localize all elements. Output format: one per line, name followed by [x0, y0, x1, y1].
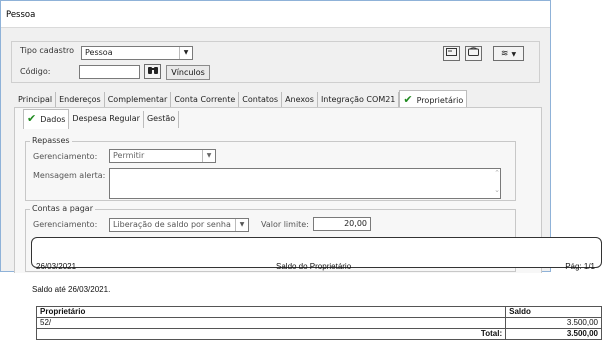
total-value: 3.500,00 — [505, 328, 602, 340]
cell-proprietario: 52/ — [35, 317, 507, 329]
repasses-gerenciamento-select[interactable]: Permitir ▼ — [109, 149, 216, 163]
subtab-despesa-regular[interactable]: Despesa Regular — [69, 111, 144, 128]
subtab-dados[interactable]: ✔ Dados — [23, 109, 70, 129]
tipo-cadastro-select[interactable]: Pessoa ▼ — [81, 46, 193, 60]
contas-gerenciamento-select[interactable]: Liberação de saldo por senha ▼ — [109, 218, 249, 232]
scroll-down-icon[interactable]: ⌄ — [491, 186, 503, 194]
column-proprietario: Proprietário — [35, 306, 507, 318]
table-row: 52/ 3.500,00 — [35, 317, 602, 329]
repasses-gerenciamento-label: Gerenciamento: — [33, 152, 98, 161]
scroll-up-icon[interactable]: ⌃ — [491, 169, 503, 177]
codigo-input[interactable] — [79, 65, 140, 79]
total-label: Total: — [35, 328, 507, 340]
contas-pagar-title: Contas a pagar — [30, 204, 95, 213]
report-table: Proprietário Saldo 52/ 3.500,00 Total: 3… — [35, 306, 602, 340]
vinculos-button[interactable]: Vínculos — [166, 65, 210, 80]
window-title: Pessoa — [6, 10, 36, 20]
tipo-cadastro-label: Tipo cadastro — [20, 46, 74, 55]
cell-saldo: 3.500,00 — [505, 317, 602, 329]
repasses-gerenciamento-value: Permitir — [113, 151, 145, 160]
report-header-row: 26/03/2021 Saldo do Proprietário Pág: 1/… — [31, 262, 602, 273]
codigo-label: Código: — [20, 67, 51, 76]
contas-gerenciamento-label: Gerenciamento: — [33, 220, 98, 229]
contas-gerenciamento-value: Liberação de saldo por senha — [113, 220, 231, 229]
binoculars-search-icon[interactable] — [144, 64, 161, 79]
subtab-dados-label: Dados — [40, 115, 66, 124]
mensagem-alerta-textarea[interactable] — [109, 168, 501, 199]
pessoa-window: Pessoa Tipo cadastro Pessoa ▼ Código: Ví… — [0, 0, 551, 273]
valor-limite-label: Valor limite: — [261, 220, 309, 229]
column-saldo: Saldo — [505, 306, 602, 318]
report-page: Pág: 1/1 — [565, 262, 595, 271]
layers-menu-icon[interactable]: ≋ ▼ — [493, 46, 524, 61]
tipo-cadastro-value: Pessoa — [85, 48, 113, 57]
report-date: 26/03/2021 — [36, 262, 77, 271]
repasses-title: Repasses — [30, 136, 72, 145]
header-group: Tipo cadastro Pessoa ▼ Código: Vínculos … — [11, 41, 540, 83]
subtab-gestao[interactable]: Gestão — [144, 111, 180, 128]
sub-tabs: ✔ Dados Despesa Regular Gestão — [23, 109, 180, 129]
chevron-down-icon[interactable]: ▼ — [235, 219, 248, 231]
chevron-down-icon[interactable]: ▼ — [202, 150, 215, 162]
tab-proprietario-label: Proprietário — [416, 96, 464, 105]
window-titlebar: Pessoa — [1, 1, 550, 28]
report-title: Saldo do Proprietário — [276, 262, 352, 271]
checkmark-icon: ✔ — [403, 93, 413, 106]
report-table-header: Proprietário Saldo — [35, 306, 602, 318]
phone-icon[interactable] — [465, 46, 482, 61]
valor-limite-input[interactable]: 20,00 — [313, 217, 371, 231]
total-row: Total: 3.500,00 — [35, 328, 602, 340]
checkmark-icon: ✔ — [27, 112, 37, 125]
chevron-down-icon[interactable]: ▼ — [179, 47, 192, 59]
card-icon[interactable] — [443, 46, 460, 61]
mensagem-alerta-label: Mensagem alerta: — [33, 171, 106, 180]
report-subtitle: Saldo até 26/03/2021. — [32, 285, 111, 294]
